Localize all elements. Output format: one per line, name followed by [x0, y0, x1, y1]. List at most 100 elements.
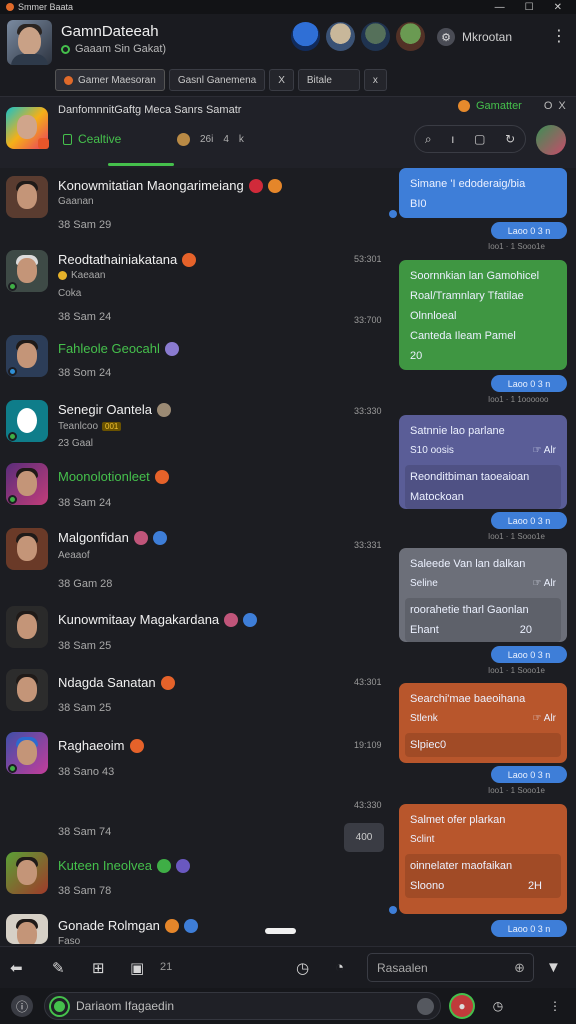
- tab-general[interactable]: Gasnl Ganemena: [168, 69, 266, 91]
- chat-bubble[interactable]: Satnnie lao parlane S10 oosis ☞ Alr Reond…: [399, 415, 567, 509]
- user-name: Raghaeoim: [58, 738, 144, 753]
- app-header: GamnDateeah Gaaam Sin Gakat) ⚙ Mkrootan …: [0, 14, 576, 96]
- channel-title: DanfomnnitGaftg Meca Sanrs Samatr: [58, 104, 242, 116]
- maximize-button[interactable]: ☐: [525, 2, 534, 13]
- tab-x[interactable]: X: [269, 69, 294, 91]
- title-bar: Smmer Baata — ☐ ✕: [0, 0, 576, 14]
- message-date: 38 Sam 24: [58, 311, 112, 323]
- tab-bitale[interactable]: Bitale: [297, 69, 360, 91]
- bubble-text: roorahetie tharl Gaonlan: [410, 604, 529, 616]
- more-icon[interactable]: ⋮: [544, 995, 566, 1017]
- timer-icon[interactable]: ◔: [335, 959, 344, 976]
- refresh-icon[interactable]: ↻: [505, 132, 515, 146]
- avatar: [6, 732, 48, 774]
- chat-bubble[interactable]: Searchi'mae baeoihana Stlenk ☞ Alr Slpiec…: [399, 683, 567, 763]
- live-indicator[interactable]: Gamatter O X: [458, 100, 566, 112]
- mic-icon[interactable]: ı: [451, 132, 454, 146]
- message-input[interactable]: Dariaom Ifagaedin: [44, 992, 441, 1020]
- bubble-text: Searchi'mae baeoihana: [410, 693, 526, 705]
- user-subtitle: Aeaaof: [58, 550, 90, 561]
- emoji-picker-icon[interactable]: ⓘ: [11, 995, 33, 1017]
- more-options-icon[interactable]: ⋮: [551, 26, 567, 46]
- bubble-subline: Stlenk ☞ Alr: [410, 713, 556, 724]
- settings-label: Mkrootan: [462, 30, 513, 44]
- bubble-timestamp: Ioo1 · 1 Sooo1e: [488, 786, 545, 795]
- tab-label: Gasnl Ganemena: [177, 74, 257, 86]
- chat-bubble[interactable]: Simane 'I edoderaig/bia BI0: [399, 168, 567, 218]
- bubble-timestamp: Ioo1 · 1 Sooo1e: [488, 666, 545, 675]
- emoji-icon: [164, 341, 179, 356]
- bubble-subline: S10 oosis ☞ Alr: [410, 445, 556, 456]
- profile-status-text: Gaaam Sin Gakat): [75, 43, 167, 55]
- emoji-icon: [156, 858, 171, 873]
- server-icon-1[interactable]: [291, 22, 320, 51]
- user-name: Senegir Oantela: [58, 402, 171, 417]
- stat-value: 4: [223, 134, 229, 145]
- avatar: [6, 400, 48, 442]
- tab-label: Gamer Maesoran: [78, 74, 156, 86]
- bubble-timestamp: Ioo1 · 1 Sooo1e: [488, 242, 545, 251]
- active-tab-indicator: [108, 163, 174, 166]
- popout-button[interactable]: O: [544, 100, 553, 112]
- current-user-avatar[interactable]: [536, 125, 566, 155]
- user-name: Gonade Rolmgan: [58, 918, 198, 933]
- tab-creative[interactable]: Cealtive: [63, 132, 121, 146]
- user-name: Kuteen Ineolvea: [58, 858, 190, 873]
- status-ring-icon: [51, 997, 68, 1015]
- message-time: 33:700: [354, 315, 382, 325]
- emoji-icon: [156, 402, 171, 417]
- send-later-icon[interactable]: ◷: [487, 995, 509, 1017]
- channel-avatar[interactable]: [6, 107, 49, 149]
- emoji-icon: [183, 918, 198, 933]
- bookmark-icon[interactable]: ▼: [546, 959, 561, 976]
- settings-button[interactable]: ⚙ Mkrootan: [437, 28, 512, 46]
- profile-avatar[interactable]: [7, 20, 52, 65]
- reply-button[interactable]: Laoo 0 3 n: [491, 222, 567, 239]
- chat-bubble[interactable]: Saleede Van lan dalkan Seline ☞ Alr roora…: [399, 548, 567, 642]
- back-icon[interactable]: ⬅: [10, 959, 23, 977]
- window-icon[interactable]: ▢: [474, 132, 485, 146]
- search-input[interactable]: Rasaalen ⊕: [367, 953, 534, 982]
- message-time: 33:331: [354, 540, 382, 550]
- reply-button[interactable]: Laoo 0 3 n: [491, 375, 567, 392]
- server-icon-3[interactable]: [361, 22, 390, 51]
- tab-gamer[interactable]: Gamer Maesoran: [55, 69, 165, 91]
- drag-handle[interactable]: [265, 928, 296, 934]
- reply-button[interactable]: Laoo 0 3 n: [491, 512, 567, 529]
- pen-icon[interactable]: ✎: [52, 959, 65, 977]
- server-icon-4[interactable]: [396, 22, 425, 51]
- bubble-timestamp: Ioo1 · 1 Sooo1e: [488, 532, 545, 541]
- user-name: Ndagda Sanatan: [58, 675, 175, 690]
- message-list[interactable]: Konowmitatian Maongarimeiang Gaanan 38 S…: [0, 168, 576, 947]
- tab-close[interactable]: x: [363, 69, 387, 91]
- message-date: 38 Sam 29: [58, 219, 112, 231]
- minimize-button[interactable]: —: [495, 2, 505, 13]
- emoji-icon: [152, 530, 167, 545]
- bubble-subline: Sclint: [410, 834, 435, 845]
- clock-icon[interactable]: ◷: [296, 959, 309, 977]
- bubble-text: Soornnkian lan Gamohicel: [410, 270, 540, 282]
- chat-bubble[interactable]: Soornnkian lan Gamohicel Roal/Tramnlary …: [399, 260, 567, 370]
- record-button[interactable]: ●: [451, 995, 473, 1017]
- attach-icon[interactable]: [417, 997, 434, 1015]
- close-button[interactable]: X: [558, 100, 565, 112]
- reply-button[interactable]: Laoo 0 3 n: [491, 646, 567, 663]
- image-icon[interactable]: ▣: [130, 959, 144, 977]
- server-icon-2[interactable]: [326, 22, 355, 51]
- add-media-icon[interactable]: ⊞: [92, 959, 105, 977]
- search-icon[interactable]: ⌕: [425, 132, 432, 147]
- user-name: Fahleole Geocahl: [58, 341, 179, 356]
- chat-bubble[interactable]: Salmet ofer plarkan Sclint oinnelater ma…: [399, 804, 567, 914]
- bubble-subline: Seline ☞ Alr: [410, 578, 556, 589]
- user-name: Kunowmitaay Magakardana: [58, 612, 258, 627]
- reply-button[interactable]: Laoo 0 3 n: [491, 766, 567, 783]
- floating-action-button[interactable]: 400: [344, 823, 384, 852]
- close-window-button[interactable]: ✕: [554, 2, 562, 13]
- server-list: [291, 22, 425, 51]
- tab-label: Bitale: [306, 74, 332, 86]
- reply-button[interactable]: Laoo 0 3 n: [491, 920, 567, 937]
- window-title: Smmer Baata: [18, 2, 74, 12]
- user-name: Moonolotionleet: [58, 469, 169, 484]
- live-emoji-icon: [458, 100, 470, 112]
- emoji-icon: [182, 252, 197, 267]
